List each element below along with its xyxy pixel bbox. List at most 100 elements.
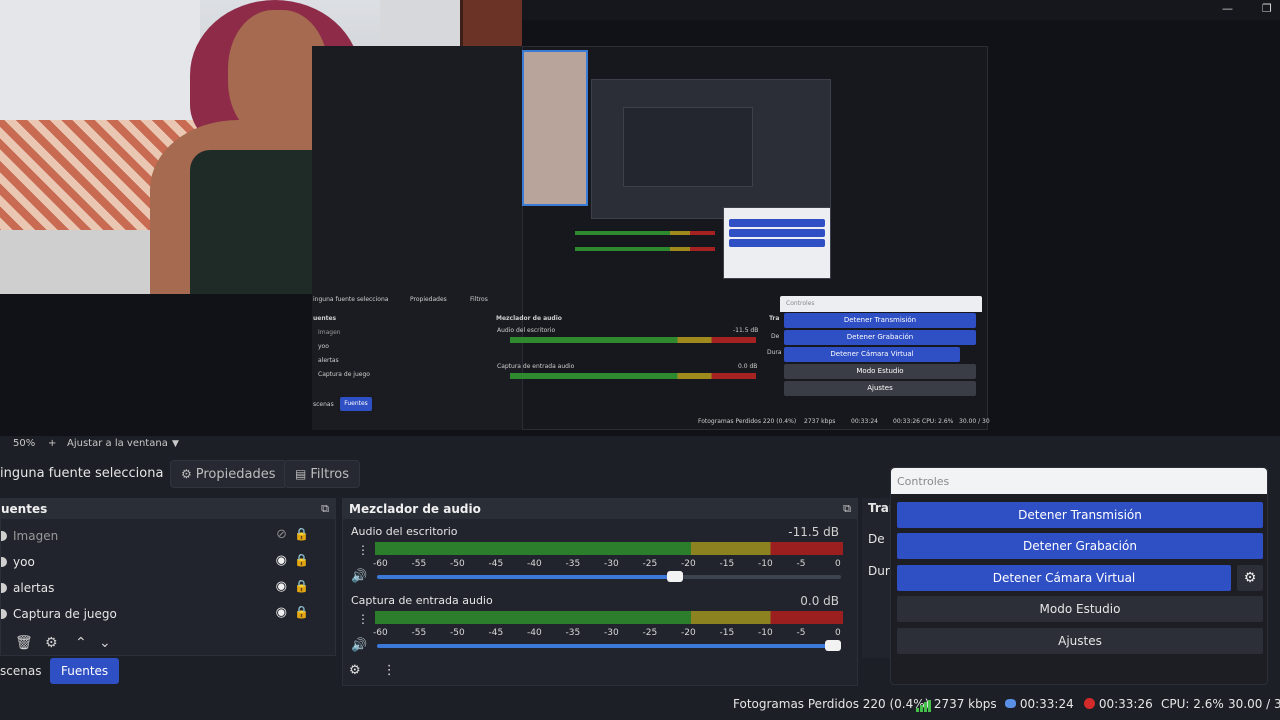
meter-tick-label: -50: [450, 559, 465, 569]
preview-canvas[interactable]: — ❐ inguna fuente selecciona Propiedades…: [0, 0, 1280, 436]
eye-icon[interactable]: ◉: [276, 553, 287, 568]
nested-mic-db: 0.0 dB: [738, 363, 758, 370]
slider-handle[interactable]: [825, 640, 841, 651]
channel-db: -11.5 dB: [788, 525, 839, 539]
properties-button[interactable]: ⚙ Propiedades: [170, 460, 287, 488]
signal-icon: [916, 698, 931, 712]
trash-icon[interactable]: 🗑: [15, 635, 33, 651]
stop-streaming-button[interactable]: Detener Transmisión: [897, 502, 1263, 528]
lock-icon[interactable]: 🔒: [294, 527, 309, 541]
meter-tick-label: -10: [758, 559, 773, 569]
meter-tick-label: -25: [642, 559, 658, 569]
mixer-channel-desktop: Audio del escritorio -11.5 dB ⋮ -60 -55 -5…: [343, 525, 847, 591]
meter-tick-label: -10: [758, 628, 773, 638]
sources-toolbar: 🗑 ⚙ ⌃ ⌄: [1, 633, 323, 657]
meter-tick-label: -55: [411, 628, 427, 638]
meter-tick-label: 0: [835, 628, 841, 638]
nested-fps: 30.00 / 30: [959, 418, 990, 425]
stop-recording-button[interactable]: Detener Grabación: [897, 533, 1263, 559]
nested-t1: 00:33:24: [851, 418, 878, 425]
minimize-icon[interactable]: —: [1222, 2, 1233, 15]
source-item-yoo[interactable]: yoo ◉ 🔒: [1, 549, 323, 575]
undock-icon[interactable]: ⧉: [321, 502, 329, 516]
nested-item: yoo: [318, 343, 329, 350]
zoom-percent[interactable]: 50%: [13, 438, 35, 449]
lock-icon[interactable]: 🔒: [294, 605, 309, 619]
slider-handle[interactable]: [667, 571, 684, 582]
nested-status: Fotogramas Perdidos 220 (0.4%): [698, 418, 797, 425]
cpu-usage: CPU: 2.6%: [1161, 697, 1224, 711]
chevron-down-icon[interactable]: ▼: [172, 439, 179, 449]
tab-scenes[interactable]: scenas: [0, 658, 52, 684]
source-item-imagen[interactable]: Imagen ⊘ 🔒: [1, 523, 323, 549]
stream-icon: [1005, 699, 1016, 708]
nested-t2: 00:33:26: [893, 418, 920, 425]
more-icon[interactable]: ⋮: [383, 663, 396, 678]
fps: 30.00 / 30: [1228, 697, 1280, 711]
meter-tick-label: 0: [835, 559, 841, 569]
fit-window-label[interactable]: Ajustar a la ventana: [67, 438, 168, 449]
eye-icon[interactable]: ◉: [276, 579, 287, 594]
more-icon[interactable]: ⋮: [357, 612, 369, 626]
source-item-alertas[interactable]: alertas ◉ 🔒: [1, 575, 323, 601]
nested-trans: Tra: [769, 315, 780, 322]
meter-tick-label: -30: [604, 628, 619, 638]
eye-hidden-icon[interactable]: ⊘: [276, 527, 287, 542]
nested-settings: Ajustes: [784, 381, 976, 396]
nested-dura: Dura: [767, 349, 782, 356]
source-label: Captura de juego: [13, 607, 117, 621]
meter-tick-label: -35: [565, 559, 581, 569]
meter-tick-label: -50: [450, 628, 465, 638]
nested-item: Captura de juego: [318, 371, 370, 378]
nested-cpu: CPU: 2.6%: [922, 418, 954, 425]
meter-tick-label: -55: [411, 559, 427, 569]
stop-virtual-camera-button[interactable]: Detener Cámara Virtual: [897, 565, 1231, 591]
record-icon: [1084, 698, 1095, 709]
meter-ticks: -60 -55 -50 -45 -40 -35 -30 -25 -20 -15 -10 -5 0: [373, 559, 845, 571]
arrow-up-icon[interactable]: ⌃: [75, 635, 87, 651]
nested-webcam: [522, 50, 588, 206]
more-icon[interactable]: ⋮: [357, 543, 369, 557]
nested-filters: Filtros: [470, 296, 488, 303]
speaker-icon[interactable]: 🔊: [351, 638, 367, 653]
nested-props: Propiedades: [410, 296, 447, 303]
restore-icon[interactable]: ❐: [1262, 2, 1272, 15]
mixer-channel-mic: Captura de entrada audio 0.0 dB ⋮ -60 -55…: [343, 594, 847, 660]
undock-icon[interactable]: ⧉: [843, 502, 851, 516]
lock-icon[interactable]: 🔒: [294, 553, 309, 567]
gear-icon[interactable]: ⚙: [1237, 565, 1263, 591]
tab-sources[interactable]: Fuentes: [50, 658, 120, 684]
window-titlebar: — ❐: [522, 0, 1280, 20]
volume-meter: [375, 611, 843, 624]
meter-tick-label: -35: [565, 628, 581, 638]
source-item-captura[interactable]: Captura de juego ◉ 🔒: [1, 601, 323, 627]
meter-tick-label: -45: [488, 559, 504, 569]
source-label: yoo: [13, 555, 35, 569]
nested-mic-audio: Captura de entrada audio: [497, 363, 575, 370]
transitions-dock: Tran De Dura: [862, 498, 897, 658]
filters-button[interactable]: ▤ Filtros: [284, 460, 360, 488]
nested-record: Detener Grabación: [784, 330, 976, 345]
meter-tick-label: -40: [527, 628, 542, 638]
advanced-audio-gear-icon[interactable]: ⚙: [349, 663, 361, 678]
nested-de: De: [771, 333, 780, 340]
settings-button[interactable]: Ajustes: [897, 628, 1263, 654]
meter-tick-label: -5: [796, 628, 806, 638]
nested-controls-header: Controles: [780, 296, 982, 312]
mixer-footer: ⚙ ⋮: [349, 663, 396, 678]
nested-sources-title: uentes: [313, 315, 337, 322]
bitrate: 2737 kbps: [916, 697, 997, 712]
eye-icon[interactable]: ◉: [276, 605, 287, 620]
arrow-down-icon[interactable]: ⌄: [99, 635, 111, 651]
studio-mode-button[interactable]: Modo Estudio: [897, 596, 1263, 622]
gear-icon[interactable]: ⚙: [45, 635, 58, 651]
mixer-title-label: Mezclador de audio: [349, 502, 481, 516]
lock-icon[interactable]: 🔒: [294, 579, 309, 593]
meter-tick-label: -20: [681, 628, 696, 638]
speaker-icon[interactable]: 🔊: [351, 569, 367, 584]
volume-slider[interactable]: [377, 640, 841, 651]
properties-bar: inguna fuente selecciona ⚙ Propiedades ▤ F…: [0, 458, 890, 492]
zoom-plus-icon[interactable]: +: [48, 438, 56, 449]
meter-tick-label: -5: [796, 559, 806, 569]
volume-slider[interactable]: [377, 571, 841, 582]
